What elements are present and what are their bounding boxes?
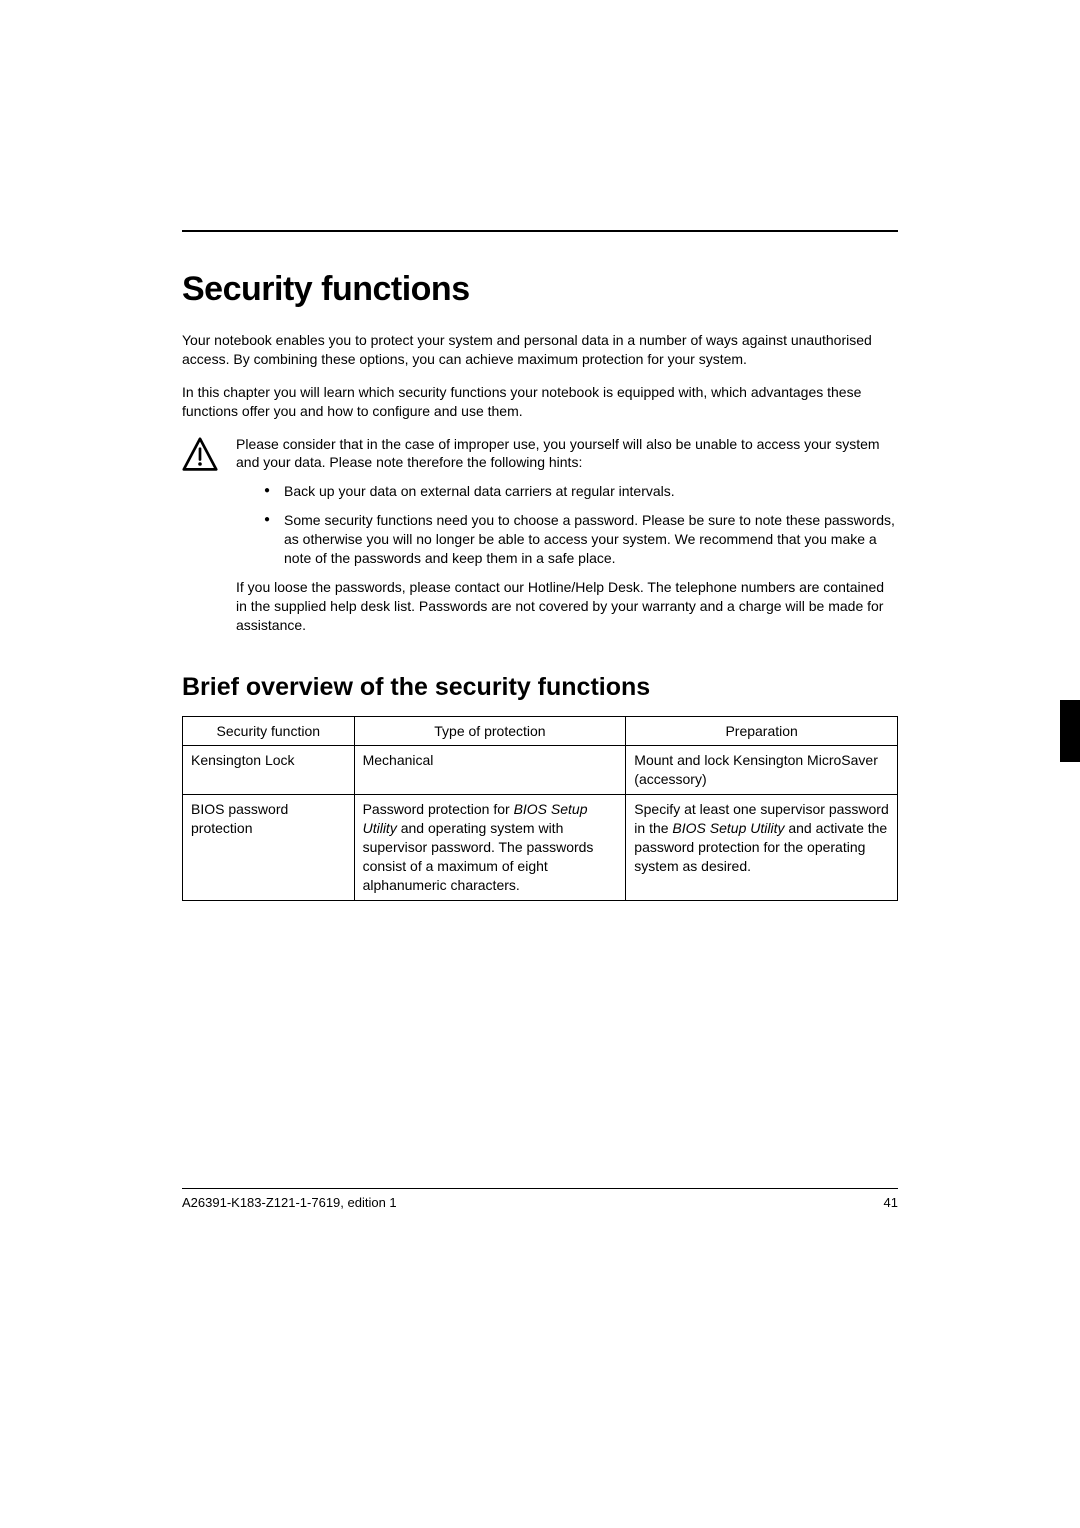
top-rule — [182, 230, 898, 232]
table-cell: BIOS password protection — [183, 795, 355, 900]
table-cell: Specify at least one supervisor password… — [626, 795, 898, 900]
warning-list: Back up your data on external data carri… — [236, 482, 898, 568]
intro-paragraph-1: Your notebook enables you to protect you… — [182, 331, 898, 369]
warning-bullet: Some security functions need you to choo… — [264, 511, 898, 568]
security-table: Security function Type of protection Pre… — [182, 716, 898, 901]
warning-block: Please consider that in the case of impr… — [182, 435, 898, 645]
table-header: Preparation — [626, 716, 898, 746]
table-header-row: Security function Type of protection Pre… — [183, 716, 898, 746]
table-cell: Kensington Lock — [183, 746, 355, 795]
table-cell: Mechanical — [354, 746, 626, 795]
footer-rule — [182, 1188, 898, 1189]
warning-icon — [182, 437, 218, 473]
document-page: Security functions Your notebook enables… — [0, 0, 1080, 901]
table-header: Security function — [183, 716, 355, 746]
table-header: Type of protection — [354, 716, 626, 746]
warning-bullet: Back up your data on external data carri… — [264, 482, 898, 501]
table-row: BIOS password protection Password protec… — [183, 795, 898, 900]
table-cell: Password protection for BIOS Setup Utili… — [354, 795, 626, 900]
table-row: Kensington Lock Mechanical Mount and loc… — [183, 746, 898, 795]
tab-mark — [1060, 700, 1080, 762]
intro-paragraph-2: In this chapter you will learn which sec… — [182, 383, 898, 421]
section-subheading: Brief overview of the security functions — [182, 673, 898, 702]
warning-para-2: If you loose the passwords, please conta… — [236, 578, 898, 635]
table-cell: Mount and lock Kensington MicroSaver (ac… — [626, 746, 898, 795]
footer-page-number: 41 — [884, 1195, 898, 1210]
page-heading: Security functions — [182, 270, 898, 309]
warning-text: Please consider that in the case of impr… — [236, 435, 898, 645]
warning-para-1: Please consider that in the case of impr… — [236, 435, 898, 473]
footer-doc-id: A26391-K183-Z121-1-7619, edition 1 — [182, 1195, 397, 1210]
